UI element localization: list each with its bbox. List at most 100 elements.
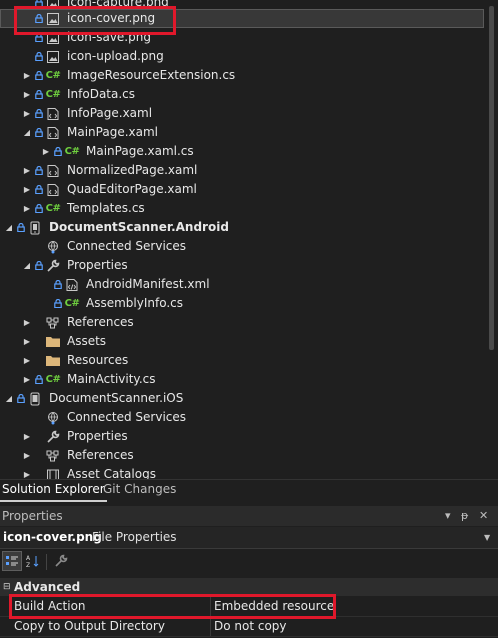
tree-item[interactable]: ▶ Properties	[0, 427, 484, 446]
properties-title: Properties	[2, 509, 63, 523]
chevron-right-icon[interactable]: ▶	[22, 427, 32, 446]
property-row-copy-to-output[interactable]: Copy to Output Directory Do not copy	[0, 617, 498, 637]
tree-item[interactable]: ▶ C# Templates.cs	[0, 199, 484, 218]
lock-icon	[35, 104, 43, 123]
android-project-icon	[27, 218, 43, 237]
tree-item-label: AssemblyInfo.cs	[86, 296, 184, 310]
property-value[interactable]: Do not copy	[214, 617, 287, 636]
property-row-build-action[interactable]: Build Action Embedded resource	[0, 597, 498, 617]
category-advanced[interactable]: ⊟ Advanced	[0, 578, 498, 596]
tree-item[interactable]: ▶ C# ImageResourceExtension.cs	[0, 66, 484, 85]
tree-item[interactable]: ▶ Assets	[0, 332, 484, 351]
lock-icon	[35, 28, 43, 47]
ios-project-icon	[27, 389, 43, 408]
tree-item-label: QuadEditorPage.xaml	[67, 182, 197, 196]
close-icon[interactable]: ✕	[479, 506, 488, 526]
tree-item[interactable]: ▶ NormalizedPage.xaml	[0, 161, 484, 180]
chevron-right-icon[interactable]: ▶	[22, 332, 32, 351]
object-name: icon-cover.png	[3, 530, 102, 544]
lock-icon	[35, 9, 43, 28]
chevron-right-icon[interactable]: ▶	[22, 85, 32, 104]
chevron-right-icon[interactable]: ▶	[22, 104, 32, 123]
tree-item-label: Properties	[67, 429, 128, 443]
lock-icon	[35, 47, 43, 66]
chevron-down-icon[interactable]: ▼	[484, 527, 490, 548]
tree-item-selected[interactable]: icon-cover.png	[0, 9, 484, 28]
tree-item[interactable]: icon-upload.png	[0, 47, 484, 66]
chevron-right-icon[interactable]: ▶	[22, 199, 32, 218]
image-file-icon	[45, 9, 61, 28]
tree-item[interactable]: ▶ InfoPage.xaml	[0, 104, 484, 123]
lock-icon	[35, 256, 43, 275]
tab-solution-explorer[interactable]: Solution Explorer	[0, 480, 107, 502]
tree-item-label: DocumentScanner.Android	[49, 220, 229, 234]
chevron-down-icon[interactable]: ◢	[4, 389, 14, 408]
tree-item-label: Asset Catalogs	[67, 467, 156, 480]
tree-item[interactable]: ▶ References	[0, 446, 484, 465]
tree-item[interactable]: ▶ C# InfoData.cs	[0, 85, 484, 104]
csharp-icon: C#	[64, 146, 80, 157]
lock-icon	[17, 218, 25, 237]
chevron-right-icon[interactable]: ▶	[22, 66, 32, 85]
properties-toolbar: AZ	[0, 549, 498, 575]
svg-text:Z: Z	[26, 562, 30, 568]
tab-git-changes[interactable]: Git Changes	[101, 480, 178, 500]
tree-item-label: Resources	[67, 353, 129, 367]
chevron-right-icon[interactable]: ▶	[41, 142, 51, 161]
chevron-right-icon[interactable]: ▶	[22, 180, 32, 199]
csharp-icon: C#	[45, 70, 61, 81]
tree-item-project[interactable]: ◢ DocumentScanner.iOS	[0, 389, 484, 408]
tree-item[interactable]: icon-save.png	[0, 28, 484, 47]
chevron-right-icon[interactable]: ▶	[22, 313, 32, 332]
xaml-icon	[45, 161, 61, 180]
tree-item[interactable]: ▶ QuadEditorPage.xaml	[0, 180, 484, 199]
chevron-down-icon[interactable]: ◢	[4, 218, 14, 237]
tree-item-label: icon-upload.png	[67, 49, 164, 63]
chevron-right-icon[interactable]: ▶	[22, 161, 32, 180]
tree-item[interactable]: ◢ MainPage.xaml	[0, 123, 484, 142]
chevron-down-icon[interactable]: ◢	[22, 256, 32, 275]
connected-services-icon	[45, 237, 61, 256]
csharp-icon: C#	[45, 203, 61, 214]
scrollbar-thumb[interactable]	[489, 6, 494, 350]
alphabetical-icon[interactable]: AZ	[24, 552, 42, 570]
csharp-icon: C#	[45, 89, 61, 100]
tree-item[interactable]: ▶ C# MainPage.xaml.cs	[0, 142, 484, 161]
property-name: Copy to Output Directory	[14, 619, 165, 633]
properties-title-bar: Properties ▾ ᵽ ✕	[0, 506, 498, 526]
tree-item-label: Connected Services	[67, 239, 187, 253]
tree-item-label: Assets	[67, 334, 107, 348]
tree-scrollbar[interactable]	[484, 0, 498, 480]
categorized-icon[interactable]	[2, 551, 22, 571]
tree-item[interactable]: ▶ C# MainActivity.cs	[0, 370, 484, 389]
chevron-right-icon[interactable]: ▶	[22, 446, 32, 465]
wrench-icon	[45, 256, 61, 275]
property-value[interactable]: Embedded resource	[214, 597, 334, 616]
property-pages-icon[interactable]	[52, 552, 70, 570]
dropdown-icon[interactable]: ▾	[445, 506, 451, 526]
pin-icon[interactable]: ᵽ	[461, 506, 468, 526]
chevron-right-icon[interactable]: ▶	[22, 351, 32, 370]
object-selector[interactable]: icon-cover.png File Properties ▼	[0, 527, 498, 549]
chevron-right-icon[interactable]: ▶	[22, 370, 32, 389]
tree-item-project[interactable]: ◢ DocumentScanner.Android	[0, 218, 484, 237]
collapse-icon[interactable]: ⊟	[3, 578, 11, 596]
tree-item[interactable]: ▶ Asset Catalogs	[0, 465, 484, 480]
folder-icon	[45, 351, 61, 370]
chevron-right-icon[interactable]: ▶	[22, 465, 32, 480]
solution-explorer-tree[interactable]: icon-capture.png icon-cover.png icon-sav…	[0, 0, 484, 480]
tree-item[interactable]: Connected Services	[0, 237, 484, 256]
csharp-icon: C#	[45, 374, 61, 385]
tree-item[interactable]: Connected Services	[0, 408, 484, 427]
chevron-down-icon[interactable]: ◢	[22, 123, 32, 142]
tree-item[interactable]: ▶ References	[0, 313, 484, 332]
tree-item[interactable]: ◢ Properties	[0, 256, 484, 275]
toolbar-separator	[46, 554, 47, 570]
tree-item[interactable]: AndroidManifest.xml	[0, 275, 484, 294]
tree-item[interactable]: C# AssemblyInfo.cs	[0, 294, 484, 313]
svg-text:A: A	[26, 555, 31, 562]
lock-icon	[35, 199, 43, 218]
category-label: Advanced	[14, 580, 81, 594]
tree-item-label: MainActivity.cs	[67, 372, 156, 386]
tree-item[interactable]: ▶ Resources	[0, 351, 484, 370]
